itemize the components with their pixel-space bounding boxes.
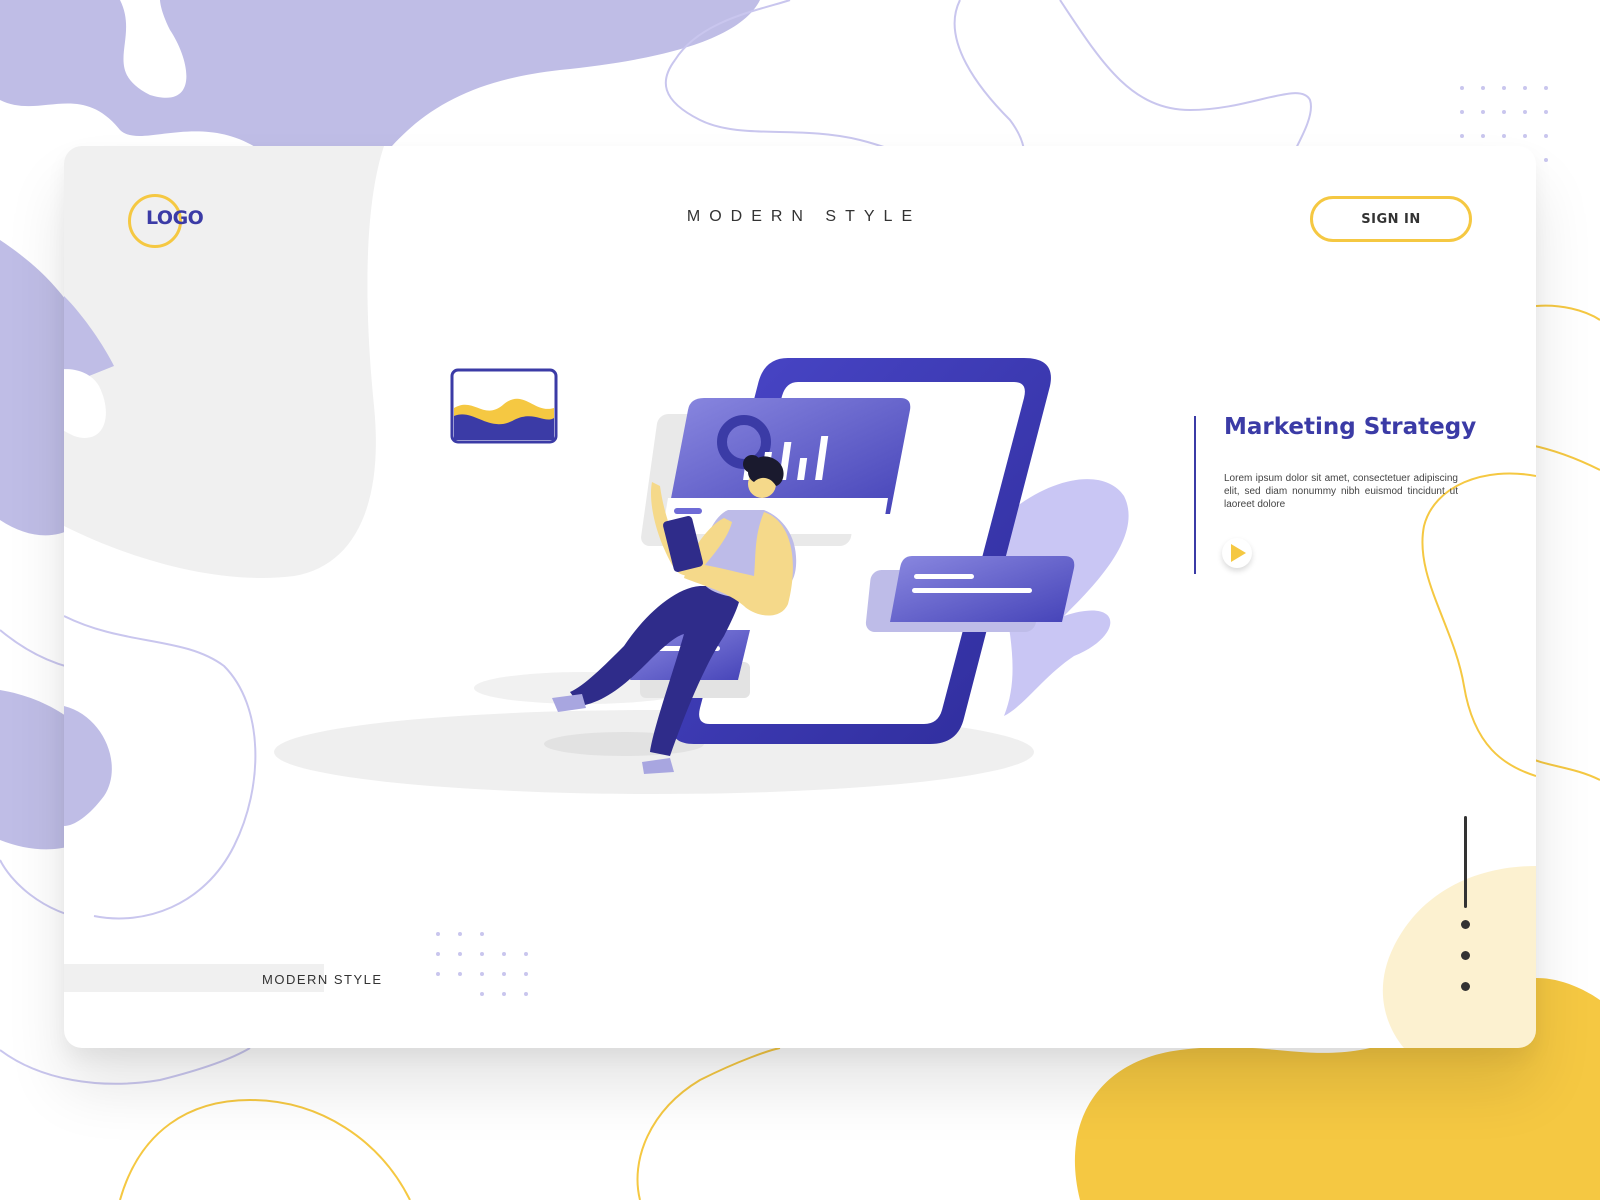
scroll-indicator-line	[1464, 816, 1467, 908]
landing-card: LOGO MODERN STYLE SIGN IN Marketing Stra…	[64, 146, 1536, 1048]
outline-curve-bottom-left	[0, 1047, 251, 1085]
pagination-dot-1[interactable]	[1461, 920, 1470, 929]
footer-label: MODERN STYLE	[262, 972, 383, 987]
dashboard-card-line	[674, 508, 702, 514]
yellow-outline-bottom-center	[636, 1047, 781, 1200]
hero-heading: Marketing Strategy	[1224, 414, 1477, 440]
hero-illustration	[274, 358, 1129, 794]
dot-grid-bottom	[436, 932, 546, 996]
play-icon[interactable]	[1222, 538, 1252, 568]
floating-card-right-line-2	[912, 588, 1032, 593]
pagination-dot-3[interactable]	[1461, 982, 1470, 991]
floating-card-right-line-1	[914, 574, 974, 579]
person-hair-bun	[743, 455, 761, 473]
pagination-dot-2[interactable]	[1461, 951, 1470, 960]
yellow-outline-bottom	[119, 1098, 411, 1200]
text-accent-bar	[1194, 416, 1196, 574]
hero-body: Lorem ipsum dolor sit amet, consectetuer…	[1224, 473, 1458, 510]
outline-curve-top-right	[1059, 0, 1312, 161]
